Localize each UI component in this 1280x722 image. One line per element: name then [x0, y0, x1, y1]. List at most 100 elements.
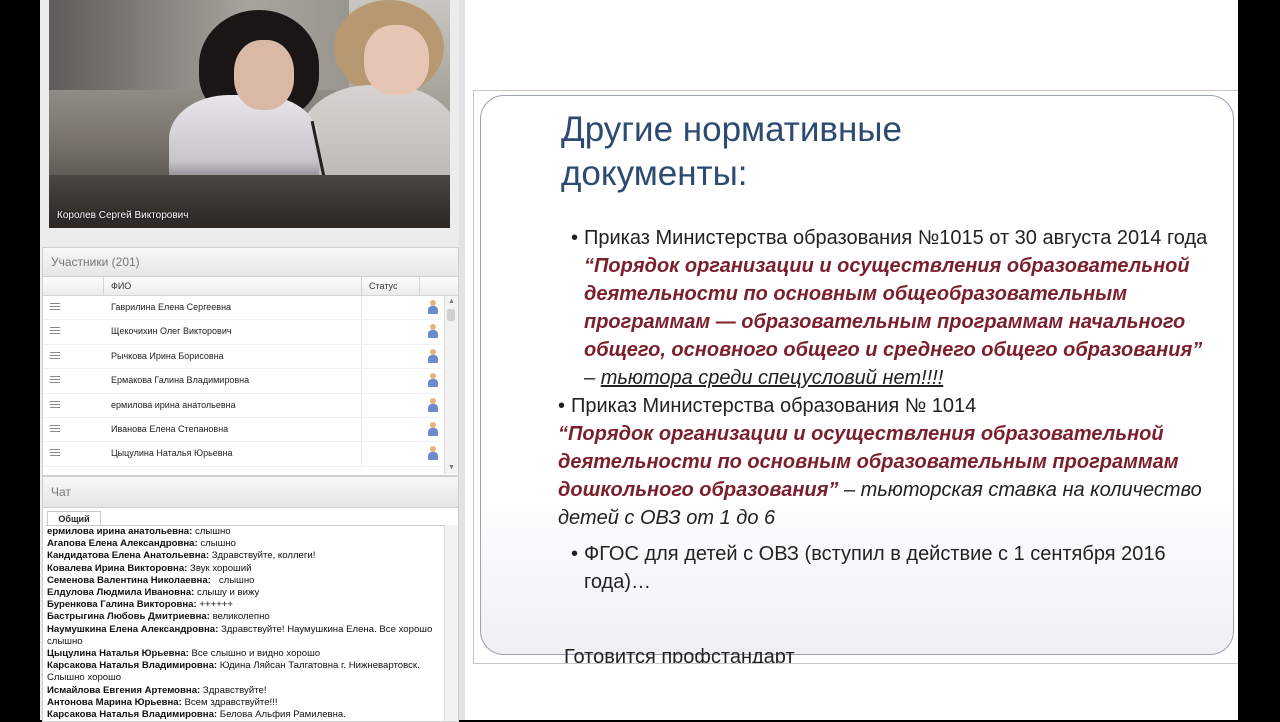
column-separator: [419, 277, 420, 295]
speaker-name: Королев Сергей Викторович: [57, 210, 189, 221]
chat-text: ++++++: [196, 599, 233, 611]
bullet-1-text: Приказ Министерства образования №1015 от…: [584, 227, 1208, 249]
row-menu-icon[interactable]: [50, 351, 60, 361]
slide-bullet-1: Приказ Министерства образования №1015 от…: [571, 224, 1211, 392]
chat-panel: Чат Общий ермилова ирина анатольевна: сл…: [42, 476, 459, 722]
video-feed[interactable]: Королев Сергей Викторович: [49, 0, 450, 228]
column-status[interactable]: Статус: [369, 281, 397, 291]
chat-author: Наумушкина Елена Александровна:: [47, 623, 219, 635]
chat-author: Карсакова Наталья Владимировна:: [47, 709, 218, 721]
bullet-1-dash: –: [584, 367, 601, 389]
chat-message: Карсакова Наталья Владимировна: Юдина Ля…: [45, 660, 444, 684]
bullet-1-quote: “Порядок организации и осуществления обр…: [584, 255, 1203, 361]
user-icon: [427, 373, 439, 388]
participant-row[interactable]: Рычкова Ирина Борисовна: [43, 344, 442, 370]
bullet-1-note: тьютора среди спецусловий нет!!!!: [600, 367, 944, 389]
scroll-up-icon[interactable]: ▲: [445, 296, 458, 308]
presentation-area: Другие нормативные документы: Приказ Мин…: [459, 0, 1239, 720]
participant-name: ермилова ирина анатольевна: [111, 399, 236, 410]
slide-frame: Другие нормативные документы: Приказ Мин…: [473, 90, 1239, 664]
chat-message: Антонова Марина Юрьевна: Всем здравствуй…: [45, 697, 444, 709]
row-divider: [361, 320, 362, 344]
column-separator: [361, 277, 362, 295]
chat-author: Бастрыгина Любовь Дмитриевна:: [47, 611, 210, 623]
participant-row[interactable]: Цыцулина Наталья Юрьевна: [43, 442, 442, 467]
chat-tab-general[interactable]: Общий: [47, 511, 101, 526]
row-divider: [361, 417, 362, 442]
bullet-3-text: ФГОС для детей с ОВЗ (вступил в действие…: [584, 543, 1166, 593]
user-icon: [427, 348, 439, 363]
chat-author: Семенова Валентина Николаевна:: [47, 574, 211, 586]
participant-row[interactable]: ермилова ирина анатольевна: [43, 393, 442, 418]
chat-message: Карсакова Наталья Владимировна: Белова А…: [45, 709, 444, 721]
left-panel: Королев Сергей Викторович Участники (201…: [40, 0, 459, 722]
chat-text: слышно: [192, 526, 231, 537]
chat-message: Бастрыгина Любовь Дмитриевна: великолепн…: [45, 611, 444, 623]
scroll-thumb[interactable]: [447, 309, 455, 321]
participant-row[interactable]: Ермакова Галина Владимировна: [43, 369, 442, 394]
user-icon: [427, 324, 439, 339]
row-menu-icon[interactable]: [50, 303, 60, 312]
slide-bullet-2: Приказ Министерства образования № 1014: [558, 392, 1211, 420]
scroll-down-icon[interactable]: ▼: [445, 462, 458, 474]
user-icon: [427, 421, 439, 436]
participant-row[interactable]: Гаврилина Елена Сергеевна: [43, 296, 442, 321]
participants-panel: Участники (201) ФИО Статус Гаврилина Еле…: [42, 247, 459, 476]
chat-text: Все слышно и видно хорошо: [188, 648, 321, 660]
chat-author: Цыцулина Наталья Юрьевна:: [47, 648, 189, 660]
chat-text: слышу и вижу: [194, 587, 260, 599]
chat-scrollbar[interactable]: [444, 525, 458, 721]
chat-message: ермилова ирина анатольевна: слышно: [45, 526, 444, 538]
chat-text: Всем здравствуйте!!!: [181, 696, 278, 708]
row-menu-icon[interactable]: [50, 424, 60, 434]
participants-title[interactable]: Участники (201): [43, 248, 458, 277]
chat-text: слышно: [197, 538, 237, 550]
chat-author: Антонова Марина Юрьевна:: [47, 696, 182, 708]
row-divider: [361, 393, 362, 417]
slide-bullet-3: ФГОС для детей с ОВЗ (вступил в действие…: [571, 540, 1211, 596]
chat-text: слышно: [210, 574, 255, 586]
slide-title: Другие нормативные документы:: [561, 110, 902, 193]
participants-scrollbar[interactable]: ▲ ▼: [444, 296, 458, 474]
participant-name: Иванова Елена Степановна: [111, 423, 229, 434]
chat-text: великолепно: [209, 611, 270, 623]
row-menu-icon[interactable]: [50, 400, 60, 410]
person-left-face: [234, 40, 294, 110]
column-separator: [103, 277, 104, 295]
slide-bullet-2-cont: “Порядок организации и осуществления обр…: [558, 420, 1211, 532]
chat-text: Белова Альфия Рамилевна.: [217, 709, 346, 721]
slide-bullet-4-partial: Готовится профстандарт: [564, 646, 795, 664]
chat-messages: ермилова ирина анатольевна: слышно Агапо…: [45, 525, 444, 722]
participant-row[interactable]: Иванова Елена Степановна: [43, 417, 442, 443]
chat-author: Карсакова Наталья Владимировна:: [47, 660, 218, 672]
participants-grid-header: ФИО Статус: [43, 277, 458, 296]
chat-message: Буренкова Галина Викторовна: ++++++: [45, 599, 444, 611]
right-letterbox: [1238, 0, 1280, 720]
chat-author: ермилова ирина анатольевна:: [47, 526, 193, 537]
chat-text: Здравствуйте!: [200, 684, 267, 696]
chat-message: Ковалева Ирина Викторовна: Звук хороший: [45, 563, 444, 575]
slide: Другие нормативные документы: Приказ Мин…: [480, 95, 1234, 655]
chat-message: Семенова Валентина Николаевна: слышно: [45, 575, 444, 587]
row-menu-icon[interactable]: [50, 327, 60, 336]
chat-text: Звук хороший: [187, 562, 252, 574]
user-icon: [427, 300, 439, 314]
participant-name: Цыцулина Наталья Юрьевна: [111, 448, 233, 459]
slide-body: Приказ Министерства образования №1015 от…: [558, 224, 1211, 596]
row-menu-icon[interactable]: [50, 376, 60, 385]
participant-row[interactable]: Щекочихин Олег Викторович: [43, 320, 442, 345]
chat-message: Наумушкина Елена Александровна: Здравств…: [45, 624, 444, 648]
chat-text: Здравствуйте, коллеги!: [209, 550, 316, 562]
chat-message: Елдулова Людмила Ивановна: слышу и вижу: [45, 587, 444, 599]
chat-message: Цыцулина Наталья Юрьевна: Все слышно и в…: [45, 648, 444, 660]
chat-title[interactable]: Чат: [43, 477, 458, 508]
participant-name: Щекочихин Олег Викторович: [111, 326, 232, 337]
column-fio[interactable]: ФИО: [111, 281, 131, 291]
chat-author: Буренкова Галина Викторовна:: [47, 599, 197, 611]
row-divider: [361, 296, 362, 320]
chat-message: Кандидатова Елена Анатольевна: Здравству…: [45, 550, 444, 562]
participants-list: Гаврилина Елена Сергеевна Щекочихин Олег…: [43, 296, 442, 474]
row-menu-icon[interactable]: [50, 449, 60, 458]
chat-author: Агапова Елена Александровна:: [47, 538, 198, 550]
participant-name: Ермакова Галина Владимировна: [111, 375, 250, 386]
